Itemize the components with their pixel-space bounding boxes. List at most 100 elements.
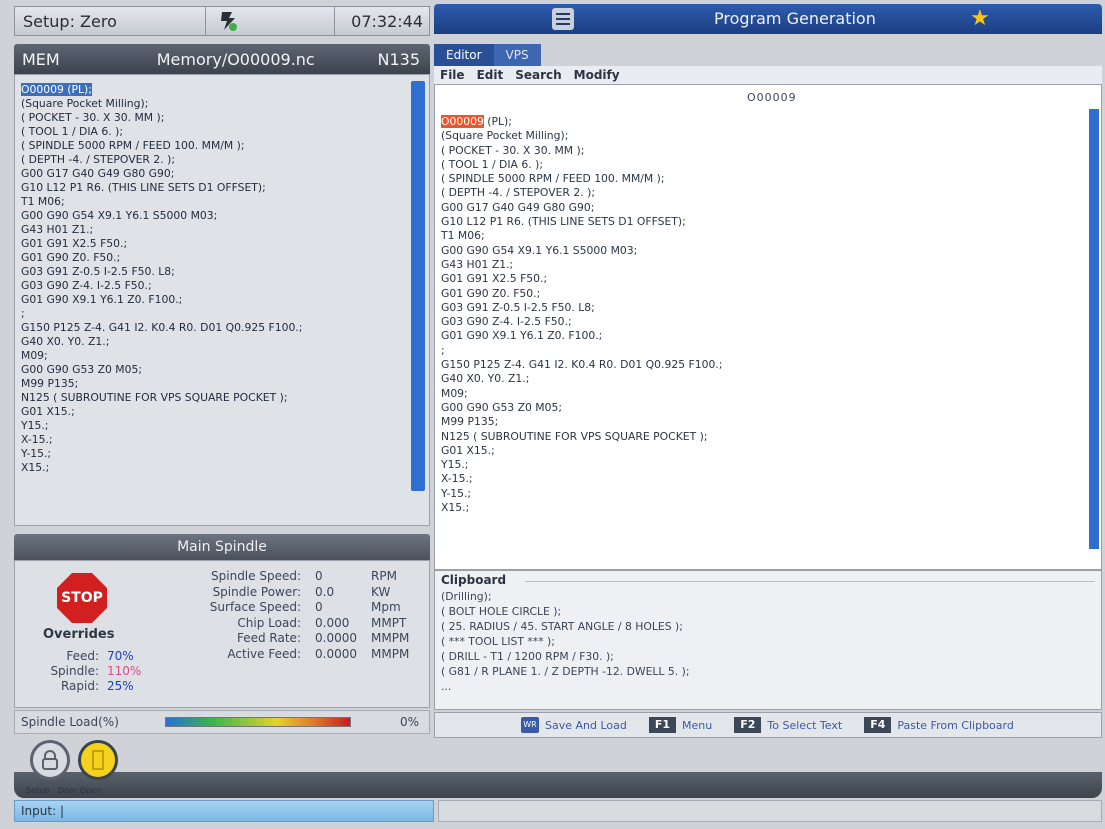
editor-line: G03 G90 Z-4. I-2.5 F50.; (441, 315, 572, 329)
f4-paste-hint[interactable]: F4 Paste From Clipboard (864, 717, 1014, 733)
spindle-stat-row: Chip Load: 0.000 MMPT (179, 616, 411, 632)
menu-edit[interactable]: Edit (477, 66, 504, 84)
editor-filename: O00009 (747, 91, 797, 104)
override-value: 25% (107, 679, 134, 693)
memory-line: G03 G90 Z-4. I-2.5 F50.; (21, 279, 152, 292)
status-icons: Setup Door Open (14, 740, 434, 798)
main-spindle-header: Main Spindle (14, 534, 430, 560)
door-open-icon[interactable] (78, 740, 118, 780)
f2-select-hint[interactable]: F2 To Select Text (734, 717, 842, 733)
tab-editor[interactable]: Editor (434, 44, 494, 66)
memory-line: (Square Pocket Milling); (21, 97, 149, 110)
spindle-stat-row: Surface Speed: 0 Mpm (179, 600, 411, 616)
editor-line: M99 P135; (441, 415, 499, 429)
stop-icon: STOP (57, 573, 107, 623)
memory-line: G00 G17 G40 G49 G80 G90; (21, 167, 175, 180)
editor-line: G00 G90 G54 X9.1 Y6.1 S5000 M03; (441, 243, 638, 257)
program-generation-header: Program Generation ★ (434, 4, 1102, 34)
stat-value: 0 (315, 569, 323, 583)
program-generation-title: Program Generation (714, 9, 876, 28)
editor-line: X-15.; (441, 472, 473, 486)
door-open-label: Door Open (58, 786, 102, 795)
memory-line: M99 P135; (21, 377, 79, 390)
stat-value: 0 (315, 600, 323, 614)
spindle-load: Spindle Load(%) 0% (14, 710, 430, 734)
editor-line: G43 H01 Z1.; (441, 257, 514, 271)
editor-tabs: Editor VPS (434, 44, 541, 66)
stat-value: 0.000 (315, 615, 350, 630)
override-label: Spindle: (50, 664, 99, 678)
memory-line: G43 H01 Z1.; (21, 223, 94, 236)
editor-line: G150 P125 Z-4. G41 I2. K0.4 R0. D01 Q0.9… (441, 358, 723, 372)
editor-line: M09; (441, 386, 468, 400)
tab-vps[interactable]: VPS (493, 44, 541, 66)
setup-mode: Setup: Zero (23, 11, 117, 31)
spindle-load-value: 0% (399, 715, 419, 729)
memory-line: X15.; (21, 461, 50, 474)
stat-label: Active Feed: (227, 646, 301, 661)
clipboard-line: ... (441, 680, 452, 693)
editor-line: G01 G90 X9.1 Y6.1 Z0. F100.; (441, 329, 603, 343)
stat-value: 0.0 (315, 584, 335, 599)
memory-line: G01 G90 X9.1 Y6.1 Z0. F100.; (21, 293, 183, 306)
stat-unit: RPM (371, 569, 397, 583)
spindle-load-bar (165, 717, 351, 727)
sequence-number: N135 (377, 49, 420, 69)
memory-path: Memory/O00009.nc (156, 49, 315, 69)
menu-file[interactable]: File (440, 66, 465, 84)
clipboard-line: ( 25. RADIUS / 45. START ANGLE / 8 HOLES… (441, 620, 683, 633)
memory-mode: MEM (22, 49, 60, 69)
editor-line: G01 G90 Z0. F50.; (441, 286, 541, 300)
memory-program-lines: O00009 (PL); (Square Pocket Milling);( PO… (15, 75, 429, 483)
editor-line: ( TOOL 1 / DIA 6. ); (441, 157, 543, 171)
f1-menu-hint[interactable]: F1 Menu (648, 717, 712, 733)
editor-line: G00 G90 G53 Z0 M05; (441, 400, 563, 414)
save-and-load-hint[interactable]: WR Save And Load (521, 717, 627, 733)
write-key-icon: WR (521, 717, 539, 733)
stat-unit: MMPM (371, 646, 410, 661)
memory-header: MEM Memory/O00009.nc N135 (14, 44, 430, 74)
memory-line: T1 M06; (21, 195, 65, 208)
override-row: Feed: 70% (33, 649, 173, 663)
clipboard-line: ( *** TOOL LIST *** ); (441, 635, 555, 648)
memory-line: M09; (21, 349, 48, 362)
menu-search[interactable]: Search (515, 66, 561, 84)
editor-line: Y-15.; (441, 486, 472, 500)
clipboard-lines: (Drilling); ( BOLT HOLE CIRCLE ); ( 25. RA… (441, 589, 689, 694)
memory-line: ( SPINDLE 5000 RPM / FEED 100. MM/M ); (21, 139, 245, 152)
clipboard-divider (525, 581, 1095, 582)
input-label: Input: (21, 804, 57, 818)
stat-label: Spindle Power: (212, 584, 301, 599)
editor-line: G00 G17 G40 G49 G80 G90; (441, 200, 595, 214)
memory-scrollbar[interactable] (411, 81, 425, 491)
editor-scrollbar[interactable] (1089, 109, 1099, 549)
editor-line: ( POCKET - 30. X 30. MM ); (441, 143, 585, 157)
stat-label: Chip Load: (237, 615, 301, 630)
editor-line: T1 M06; (441, 229, 485, 243)
spindle-stat-row: Spindle Power: 0.0 KW (179, 585, 411, 601)
memory-program-view[interactable]: O00009 (PL); (Square Pocket Milling);( PO… (14, 74, 430, 526)
clipboard-line: ( DRILL - T1 / 1200 RPM / F30. ); (441, 650, 614, 663)
clipboard-panel[interactable]: Clipboard (Drilling); ( BOLT HOLE CIRCLE … (434, 570, 1102, 710)
menu-icon[interactable] (552, 8, 574, 30)
f2-label: To Select Text (767, 718, 843, 732)
setup-lock-icon[interactable] (30, 740, 70, 780)
main-spindle-panel: STOP Overrides Feed: 70% Spindle: 110% Rapid… (14, 560, 430, 708)
memory-line: G00 G90 G54 X9.1 Y6.1 S5000 M03; (21, 209, 218, 222)
clipboard-title: Clipboard (441, 573, 507, 587)
editor-line: G10 L12 P1 R6. (THIS LINE SETS D1 OFFSET… (441, 215, 686, 229)
save-and-load-label: Save And Load (545, 718, 627, 732)
stat-unit: MMPT (371, 615, 407, 630)
memory-line: G03 G91 Z-0.5 I-2.5 F50. L8; (21, 265, 175, 278)
editor-line: N125 ( SUBROUTINE FOR VPS SQUARE POCKET … (441, 429, 708, 443)
input-field[interactable]: Input: | (14, 800, 434, 822)
stat-value: 0.0000 (315, 631, 357, 645)
menu-modify[interactable]: Modify (574, 66, 620, 84)
memory-line: ( TOOL 1 / DIA 6. ); (21, 125, 123, 138)
program-editor[interactable]: O00009 O00009 (PL); (Square Pocket Millin… (434, 84, 1102, 570)
spindle-stats: Spindle Speed: 0 RPM Spindle Power: 0.0 KW Sur… (179, 569, 411, 662)
memory-line: G01 G91 X2.5 F50.; (21, 237, 128, 250)
favorite-star-icon[interactable]: ★ (970, 6, 990, 31)
f2-key: F2 (734, 717, 762, 733)
setup-label: Setup (26, 786, 50, 795)
